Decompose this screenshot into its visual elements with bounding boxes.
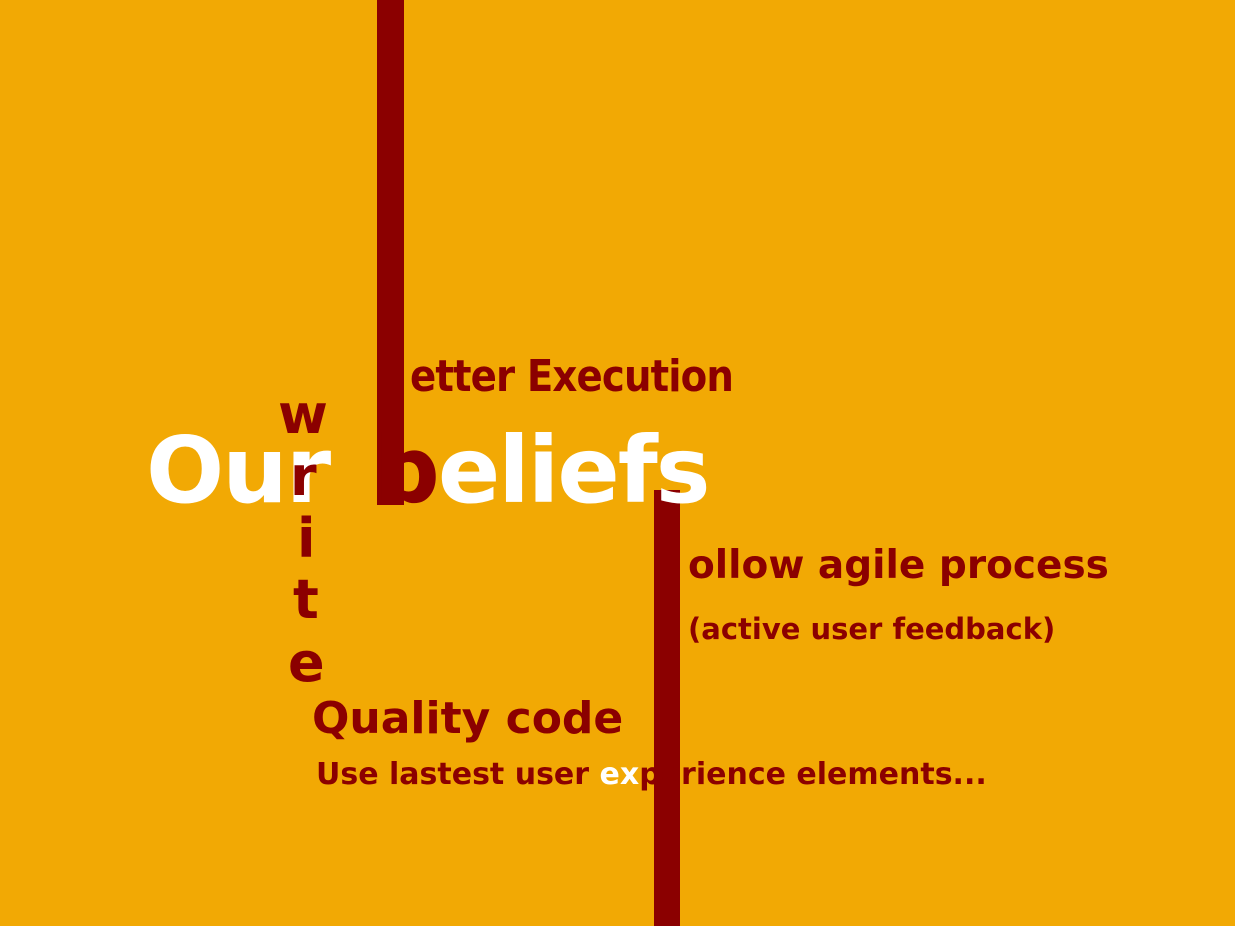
ux-text-highlight: ex bbox=[599, 757, 640, 792]
agile-process-text: ollow agile process bbox=[688, 543, 1109, 588]
ux-elements-text: Use lastest user experience elements... bbox=[316, 760, 987, 790]
write-letter-e: e bbox=[288, 631, 325, 694]
write-letter-r: r bbox=[290, 445, 317, 508]
headline-b: b bbox=[374, 417, 440, 524]
feedback-text: (active user feedback) bbox=[688, 612, 1056, 646]
ux-text-after: perience elements... bbox=[639, 757, 987, 792]
headline-eliefs: eliefs bbox=[437, 417, 711, 524]
quality-code-text: Quality code bbox=[312, 693, 624, 744]
vertical-bar-f bbox=[654, 490, 680, 926]
slide: etter Execution Our beliefs w r i t e ol… bbox=[0, 0, 1235, 926]
write-letter-t: t bbox=[293, 568, 319, 631]
headline-beliefs: beliefs bbox=[374, 425, 711, 517]
write-letter-w: w bbox=[278, 383, 328, 446]
ux-text-before: Use lastest user bbox=[316, 757, 600, 792]
write-letter-i: i bbox=[297, 507, 316, 570]
better-execution-text: etter Execution bbox=[410, 351, 734, 402]
